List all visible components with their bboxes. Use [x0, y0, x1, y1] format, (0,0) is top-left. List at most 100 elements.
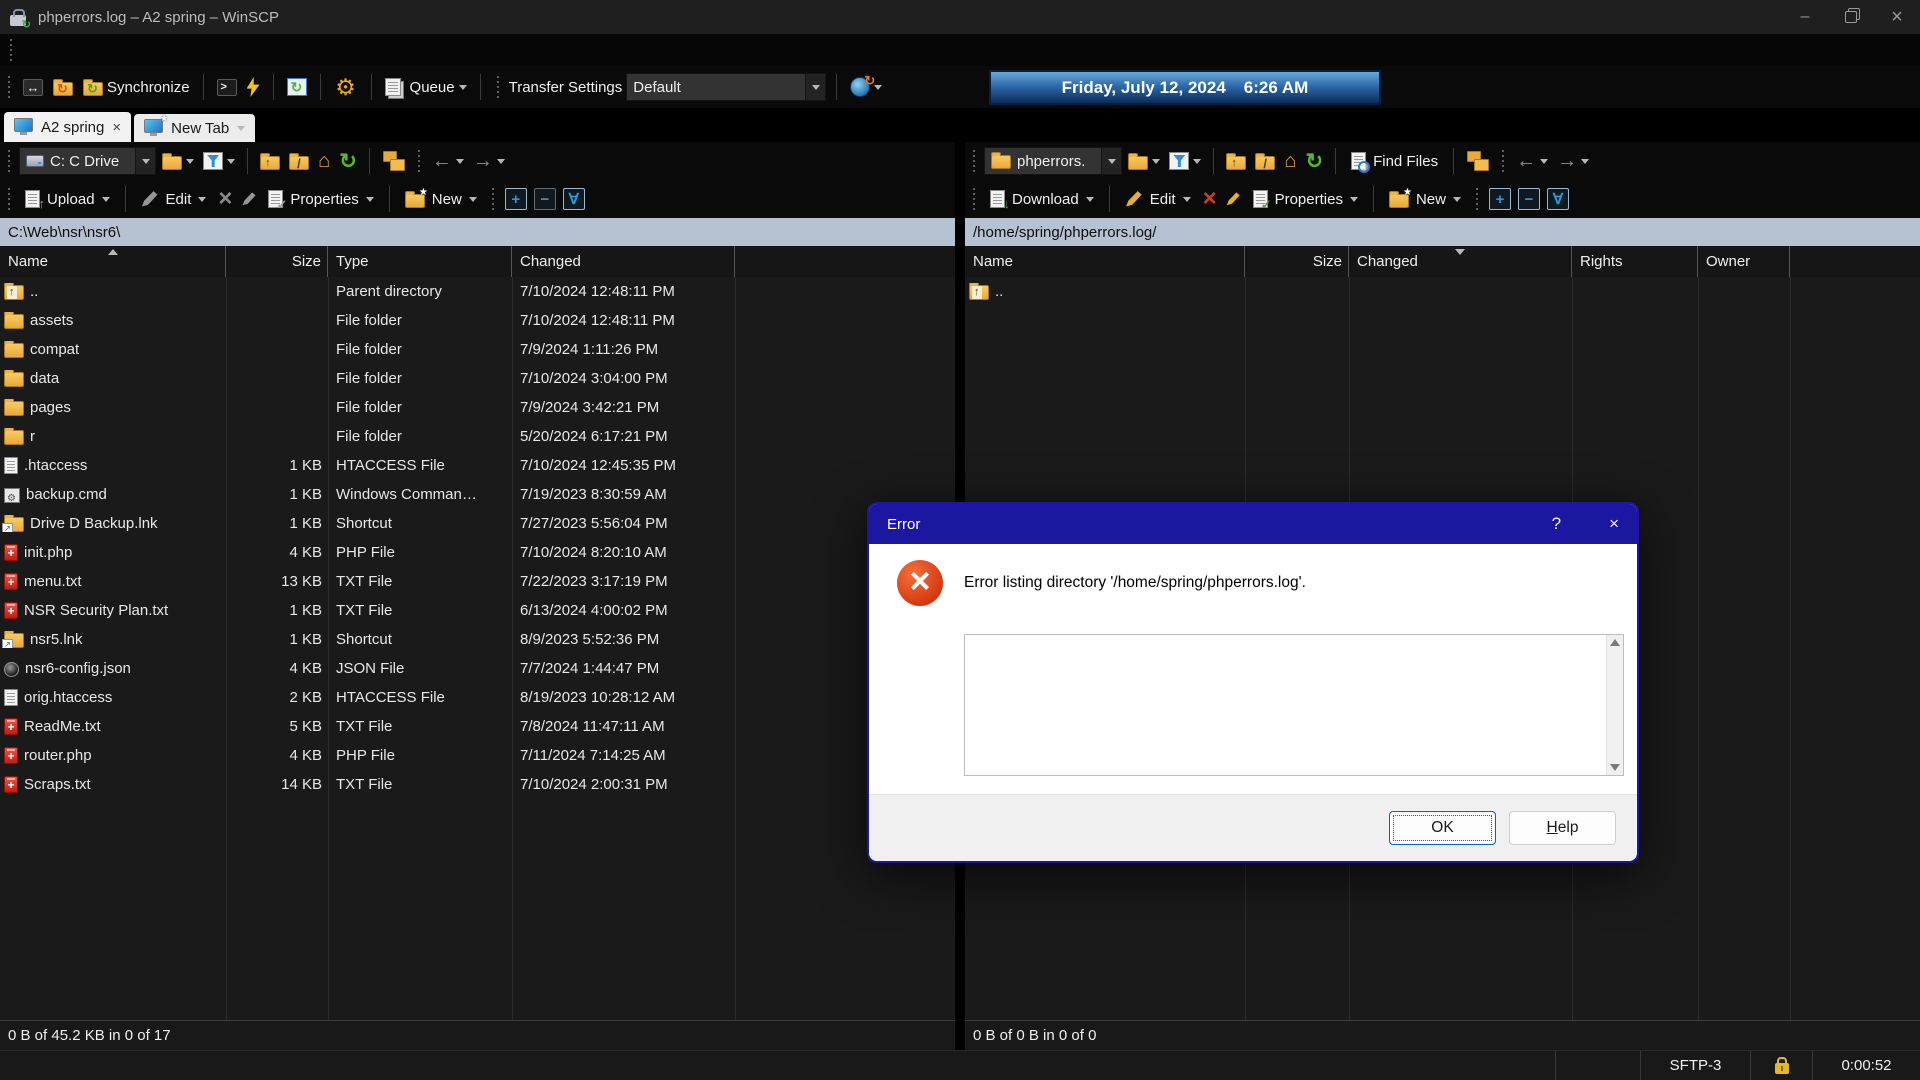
menu-item[interactable] — [84, 34, 106, 66]
download-button[interactable]: Download — [984, 190, 1100, 208]
file-row[interactable]: nsr5.lnk 1 KB Shortcut 8/9/2023 5:52:36 … — [0, 625, 955, 654]
open-directory-button[interactable] — [1125, 150, 1163, 172]
refresh-button[interactable] — [284, 76, 310, 98]
synchronize-browsing-button[interactable] — [1463, 149, 1493, 173]
toolbar-grip[interactable] — [6, 150, 12, 172]
toolbar-grip[interactable] — [971, 188, 977, 210]
queue-button[interactable]: Queue — [382, 76, 470, 98]
remote-directory-select[interactable]: phperrors. — [984, 147, 1122, 175]
properties-button[interactable]: Properties — [262, 190, 379, 208]
column-header-owner[interactable]: Owner — [1698, 246, 1790, 277]
file-row[interactable]: .htaccess 1 KB HTACCESS File 7/10/2024 1… — [0, 451, 955, 480]
new-button[interactable]: New — [399, 190, 483, 208]
tab-a2-spring[interactable]: A2 spring — [4, 112, 131, 142]
tab-new-tab[interactable]: New Tab — [134, 114, 255, 142]
fit-window-button[interactable] — [20, 77, 46, 98]
secure-connection-cell[interactable] — [1750, 1051, 1812, 1080]
home-directory-button[interactable] — [1281, 149, 1299, 173]
home-directory-button[interactable] — [315, 149, 333, 173]
toolbar-grip[interactable] — [495, 76, 501, 98]
delete-button[interactable] — [215, 187, 235, 212]
menu-item[interactable] — [62, 34, 84, 66]
minimize-icon[interactable] — [1782, 0, 1828, 34]
restore-icon[interactable] — [1828, 0, 1874, 34]
local-drive-select[interactable]: C: C Drive — [19, 147, 156, 175]
refresh-directory-button[interactable] — [1302, 149, 1326, 174]
scroll-down-icon[interactable] — [1610, 764, 1620, 771]
root-directory-button[interactable] — [1252, 150, 1278, 172]
select-remove-button[interactable] — [1518, 188, 1540, 210]
scroll-up-icon[interactable] — [1610, 639, 1620, 646]
file-row[interactable]: .. — [965, 277, 1920, 306]
upload-button[interactable]: Upload — [19, 190, 116, 208]
synchronize-browsing-button[interactable] — [379, 149, 409, 173]
menu-item[interactable] — [18, 34, 40, 66]
file-row[interactable]: NSR Security Plan.txt 1 KB TXT File 6/13… — [0, 596, 955, 625]
toolbar-grip[interactable] — [6, 76, 12, 98]
new-button[interactable]: New — [1383, 190, 1467, 208]
properties-button[interactable]: Properties — [1247, 190, 1364, 208]
synchronize-remote-icon[interactable] — [50, 76, 76, 98]
file-row[interactable]: r File folder 5/20/2024 6:17:21 PM — [0, 422, 955, 451]
menu-item[interactable] — [40, 34, 62, 66]
menu-item[interactable] — [128, 34, 150, 66]
file-row[interactable]: backup.cmd 1 KB Windows Comman… 7/19/202… — [0, 480, 955, 509]
delete-button[interactable] — [1200, 187, 1220, 212]
forward-button[interactable] — [470, 149, 508, 173]
edit-button[interactable]: Edit — [135, 190, 213, 208]
commands-button[interactable] — [244, 75, 263, 99]
toolbar-grip[interactable] — [1500, 150, 1506, 172]
file-row[interactable]: Drive D Backup.lnk 1 KB Shortcut 7/27/20… — [0, 509, 955, 538]
file-row[interactable]: pages File folder 7/9/2024 3:42:21 PM — [0, 393, 955, 422]
toolbar-grip[interactable] — [1474, 188, 1480, 210]
refresh-directory-button[interactable] — [336, 149, 360, 174]
menu-item[interactable] — [106, 34, 128, 66]
forward-button[interactable] — [1554, 149, 1592, 173]
file-row[interactable]: assets File folder 7/10/2024 12:48:11 PM — [0, 306, 955, 335]
toolbar-grip[interactable] — [490, 188, 496, 210]
column-header-rights[interactable]: Rights — [1572, 246, 1698, 277]
file-row[interactable]: Scraps.txt 14 KB TXT File 7/10/2024 2:00… — [0, 770, 955, 799]
column-header-changed[interactable]: Changed — [1349, 246, 1572, 277]
column-header-name[interactable]: Name — [965, 246, 1245, 277]
toolbar-grip[interactable] — [971, 150, 977, 172]
toolbar-grip[interactable] — [416, 150, 422, 172]
protocol-status[interactable]: SFTP-3 — [1640, 1051, 1750, 1080]
dialog-close-icon[interactable]: × — [1609, 514, 1619, 534]
column-header-changed[interactable]: Changed — [512, 246, 735, 277]
ok-button[interactable]: OK — [1389, 811, 1496, 845]
local-path-bar[interactable]: C:\Web\nsr\nsr6\ — [0, 218, 955, 246]
rename-button[interactable] — [238, 190, 259, 209]
file-row[interactable]: init.php 4 KB PHP File 7/10/2024 8:20:10… — [0, 538, 955, 567]
transfer-mode-button[interactable] — [847, 75, 885, 99]
menu-item[interactable] — [172, 34, 194, 66]
transfer-settings-select[interactable]: Default — [626, 73, 826, 101]
tab-close-icon[interactable] — [112, 119, 121, 136]
open-directory-button[interactable] — [159, 150, 197, 172]
dialog-help-icon[interactable]: ? — [1552, 514, 1561, 534]
back-button[interactable] — [1513, 149, 1551, 173]
column-header-name[interactable]: Name — [0, 246, 226, 277]
file-row[interactable]: menu.txt 13 KB TXT File 7/22/2023 3:17:1… — [0, 567, 955, 596]
edit-button[interactable]: Edit — [1119, 190, 1197, 208]
preferences-button[interactable] — [331, 73, 361, 101]
parent-directory-button[interactable] — [257, 150, 283, 172]
column-header-type[interactable]: Type — [328, 246, 512, 277]
details-scrollbar[interactable] — [1606, 635, 1623, 775]
file-row[interactable]: .. Parent directory 7/10/2024 12:48:11 P… — [0, 277, 955, 306]
filter-button[interactable] — [200, 150, 238, 172]
parent-directory-button[interactable] — [1223, 150, 1249, 172]
synchronize-button[interactable]: Synchronize — [80, 76, 193, 98]
rename-button[interactable] — [1223, 190, 1244, 209]
menubar-grip[interactable] — [8, 39, 14, 61]
file-row[interactable]: compat File folder 7/9/2024 1:11:26 PM — [0, 335, 955, 364]
column-header-size[interactable]: Size — [226, 246, 328, 277]
file-row[interactable]: orig.htaccess 2 KB HTACCESS File 8/19/20… — [0, 683, 955, 712]
select-all-button[interactable] — [563, 188, 585, 210]
find-files-button[interactable]: Find Files — [1345, 152, 1444, 170]
help-button[interactable]: Help — [1509, 811, 1616, 845]
select-add-button[interactable] — [1489, 188, 1511, 210]
column-header-size[interactable]: Size — [1245, 246, 1349, 277]
file-row[interactable]: nsr6-config.json 4 KB JSON File 7/7/2024… — [0, 654, 955, 683]
console-button[interactable] — [214, 77, 240, 98]
